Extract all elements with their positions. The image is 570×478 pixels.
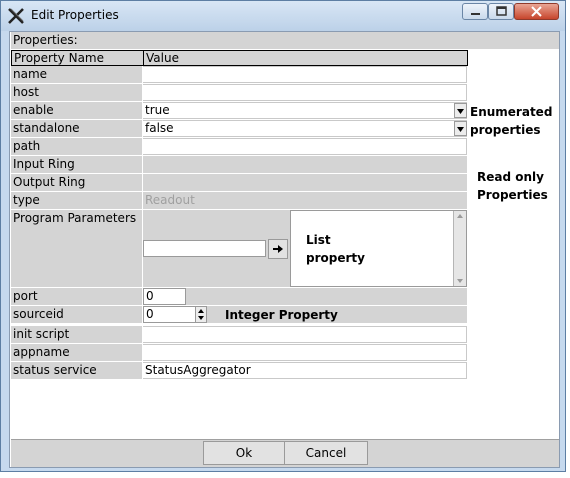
header-value: Value xyxy=(143,50,468,66)
name-field[interactable] xyxy=(143,66,467,83)
ok-button[interactable]: Ok xyxy=(203,441,285,465)
annotation-list-line1: List xyxy=(306,233,331,247)
spinner-arrows-icon xyxy=(198,309,204,320)
row-label-type: type xyxy=(11,192,142,209)
annotation-enumerated-line2: properties xyxy=(470,123,541,137)
appname-field[interactable] xyxy=(143,344,467,361)
properties-section-label: Properties: xyxy=(11,32,559,49)
sourceid-spinner-field[interactable]: 0 xyxy=(143,306,196,323)
sourceid-spinner-buttons[interactable] xyxy=(195,306,207,323)
row-label-status-service: status service xyxy=(11,362,142,379)
annotation-enumerated: Enumerated properties xyxy=(470,103,552,139)
scrollbar-arrows-icon xyxy=(457,214,463,283)
row-label-init-script: init script xyxy=(11,326,142,343)
annotation-enumerated-line1: Enumerated xyxy=(470,105,553,119)
row-label-sourceid: sourceid xyxy=(11,306,142,323)
standalone-dropdown-button[interactable] xyxy=(454,121,467,136)
host-field[interactable] xyxy=(143,84,467,101)
annotation-readonly-line1: Read only xyxy=(477,170,544,184)
row-label-input-ring: Input Ring xyxy=(11,156,142,173)
title-bar[interactable]: Edit Properties xyxy=(1,1,565,31)
row-label-host: host xyxy=(11,84,142,101)
minimize-button[interactable] xyxy=(462,3,488,20)
chevron-down-icon xyxy=(457,109,464,114)
row-label-enable: enable xyxy=(11,102,142,119)
add-parameter-button[interactable] xyxy=(268,239,288,259)
listbox-scrollbar[interactable] xyxy=(453,211,466,286)
enable-select[interactable]: true xyxy=(143,102,467,119)
close-icon xyxy=(531,6,542,17)
program-parameter-input[interactable] xyxy=(143,240,266,257)
status-service-field[interactable]: StatusAggregator xyxy=(143,362,467,379)
standalone-select[interactable]: false xyxy=(143,120,467,137)
annotation-integer: Integer Property xyxy=(225,308,338,322)
port-field[interactable]: 0 xyxy=(143,288,186,305)
program-parameters-list-editor: List property xyxy=(143,210,467,287)
path-field[interactable] xyxy=(143,138,467,155)
maximize-button[interactable] xyxy=(488,3,514,20)
annotation-readonly-line2: Properties xyxy=(477,188,548,202)
window-title: Edit Properties xyxy=(31,8,119,22)
enable-dropdown-button[interactable] xyxy=(454,103,467,118)
annotation-list: List property xyxy=(306,231,365,267)
minimize-icon xyxy=(471,13,480,15)
init-script-field[interactable] xyxy=(143,326,467,343)
port-row-bg xyxy=(143,288,467,305)
cancel-button[interactable]: Cancel xyxy=(284,441,368,465)
close-button[interactable] xyxy=(514,3,559,20)
edit-properties-window: Edit Properties Properties: Property Nam… xyxy=(0,0,566,472)
row-label-path: path xyxy=(11,138,142,155)
program-parameters-listbox[interactable]: List property xyxy=(290,210,467,287)
annotation-readonly: Read only Properties xyxy=(477,168,548,204)
row-label-standalone: standalone xyxy=(11,120,142,137)
row-label-name: name xyxy=(11,66,142,83)
x-logo-icon xyxy=(8,8,24,24)
dialog-content: Properties: Property Name Value name hos… xyxy=(9,31,560,468)
row-label-program-parameters: Program Parameters xyxy=(11,210,142,287)
header-property-name: Property Name xyxy=(11,50,144,66)
output-ring-field xyxy=(143,174,467,191)
type-field: Readout xyxy=(143,192,467,209)
maximize-icon xyxy=(496,6,507,16)
input-ring-field xyxy=(143,156,467,173)
chevron-down-icon xyxy=(457,127,464,132)
row-label-appname: appname xyxy=(11,344,142,361)
annotation-list-line2: property xyxy=(306,251,365,265)
row-label-port: port xyxy=(11,288,142,305)
arrow-right-icon xyxy=(273,245,283,253)
button-bar: Ok Cancel xyxy=(11,439,559,467)
row-label-output-ring: Output Ring xyxy=(11,174,142,191)
